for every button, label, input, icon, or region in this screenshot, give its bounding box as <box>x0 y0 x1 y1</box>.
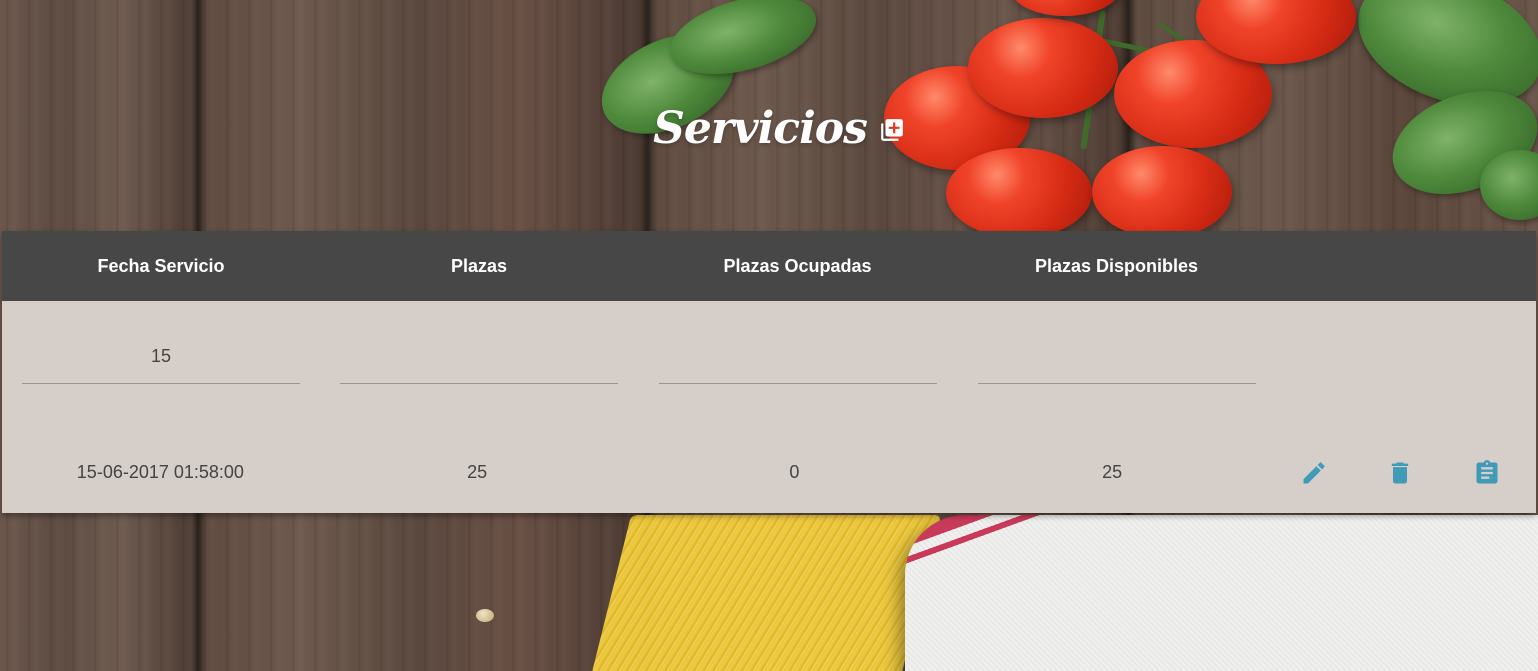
edit-button[interactable] <box>1300 459 1328 487</box>
filter-fecha-servicio-input[interactable] <box>22 329 300 384</box>
table-header-row: Fecha Servicio Plazas Plazas Ocupadas Pl… <box>2 231 1536 301</box>
pencil-icon <box>1303 461 1325 483</box>
filter-cell-empty <box>1276 301 1536 432</box>
servicios-table: Fecha Servicio Plazas Plazas Ocupadas Pl… <box>2 231 1536 513</box>
table-row: 15-06-2017 01:58:00 25 0 25 <box>2 432 1536 513</box>
kitchen-towel-decoration <box>905 515 1538 671</box>
details-button[interactable] <box>1473 459 1501 487</box>
add-servicio-button[interactable] <box>879 117 905 143</box>
cell-plazas-ocupadas: 0 <box>789 462 800 482</box>
column-header-plazas-disponibles[interactable]: Plazas Disponibles <box>957 256 1276 277</box>
page-title: Servicios <box>653 102 868 154</box>
spaghetti-decoration <box>588 515 942 671</box>
filter-row <box>2 301 1536 432</box>
clipboard-icon <box>1476 459 1498 483</box>
column-header-plazas[interactable]: Plazas <box>320 256 638 277</box>
add-box-icon <box>881 119 903 141</box>
filter-cell <box>2 301 320 432</box>
cell-plazas-disponibles: 25 <box>1102 462 1123 482</box>
delete-button[interactable] <box>1386 459 1414 487</box>
column-header-plazas-ocupadas[interactable]: Plazas Ocupadas <box>638 256 957 277</box>
page-header: Servicios <box>0 98 1538 158</box>
filter-cell <box>957 301 1276 432</box>
tomato-decoration <box>946 148 1092 238</box>
filter-plazas-input[interactable] <box>340 329 618 384</box>
cell-fecha-servicio: 15-06-2017 01:58:00 <box>76 462 244 482</box>
bean-decoration <box>476 609 494 622</box>
cell-plazas: 25 <box>467 462 488 482</box>
trash-icon <box>1392 462 1409 483</box>
filter-plazas-disponibles-input[interactable] <box>977 329 1256 384</box>
column-header-fecha-servicio[interactable]: Fecha Servicio <box>2 256 320 277</box>
filter-cell <box>638 301 957 432</box>
tomato-decoration <box>1092 146 1232 238</box>
app-root: Servicios Fecha Servicio Plazas Plazas O… <box>0 0 1538 671</box>
filter-cell <box>320 301 638 432</box>
row-actions <box>1271 459 1536 487</box>
filter-plazas-ocupadas-input[interactable] <box>658 329 937 384</box>
